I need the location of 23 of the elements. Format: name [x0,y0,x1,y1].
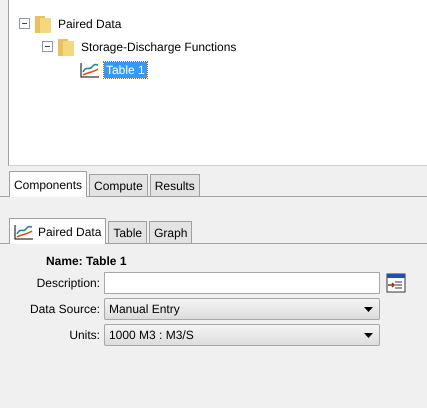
data-source-dropdown[interactable]: Manual Entry [104,298,380,320]
tab[interactable]: Paired Data [9,218,106,244]
import-icon[interactable] [386,273,406,293]
tree-item[interactable]: Paired Data [56,16,124,32]
tab[interactable]: Graph [149,221,192,243]
units-dropdown[interactable]: 1000 M3 : M3/S [104,324,380,346]
collapse-icon[interactable] [19,18,30,29]
folder-icon [57,36,75,56]
line-chart-icon [80,62,100,78]
tab[interactable]: Components [9,171,88,197]
tree-item[interactable]: Storage-Discharge Functions [79,38,238,54]
tab[interactable]: Results [150,174,200,196]
collapse-icon[interactable] [42,41,53,52]
tab[interactable]: Compute [89,174,148,196]
folder-icon [34,14,52,34]
name-label: Name: Table 1 [45,254,128,268]
description-field[interactable] [104,272,380,294]
field-label: Description: [36,276,101,290]
field-label: Data Source: [28,302,101,316]
caret-icon [364,332,373,338]
caret-icon [364,306,373,312]
tab[interactable]: Table [108,221,148,243]
field-label: Units: [68,328,101,342]
